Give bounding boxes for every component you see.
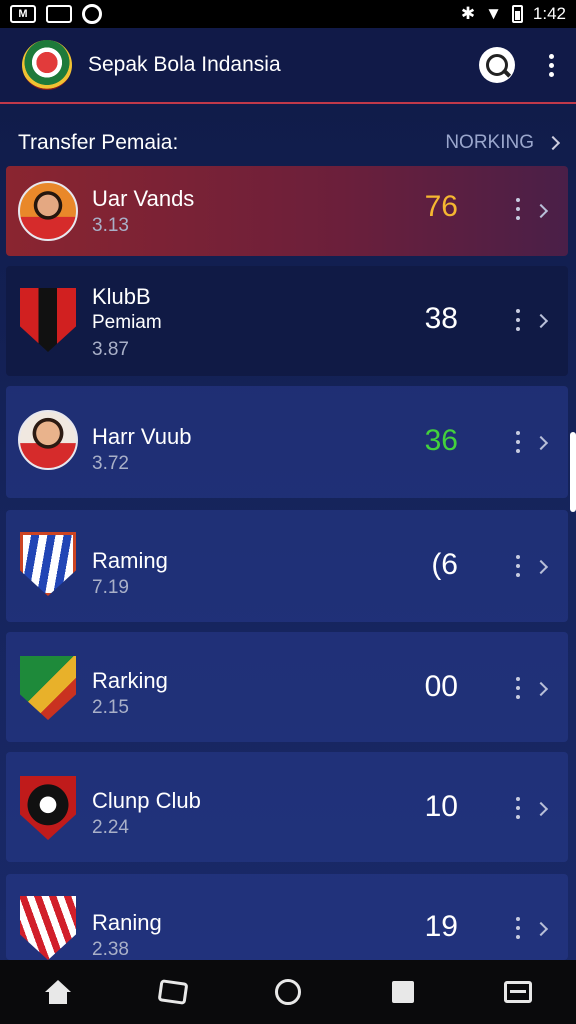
bluetooth-icon: ✱ <box>460 4 476 23</box>
club-logo-icon <box>22 40 72 90</box>
nav-home[interactable] <box>36 970 80 1014</box>
chevron-right-icon <box>545 135 561 151</box>
status-bar: M ✱ ▼ 1:42 <box>0 0 576 28</box>
scrollbar[interactable] <box>570 432 576 512</box>
item-score: 76 <box>424 190 458 223</box>
ranking-link[interactable]: NORKING <box>445 132 561 154</box>
section-title: Transfer Pemaia: <box>18 131 179 154</box>
battery-icon <box>511 5 523 23</box>
item-name: KlubB <box>92 284 151 309</box>
club-crest-icon <box>20 896 76 960</box>
list-item[interactable]: Rarking 2.15 00 <box>6 632 568 742</box>
item-name: Clunp Club <box>92 788 201 813</box>
chevron-right-icon[interactable] <box>533 559 549 575</box>
more-vert-icon[interactable] <box>516 917 520 939</box>
nav-chat[interactable] <box>151 970 195 1014</box>
more-vert-icon[interactable] <box>516 797 520 819</box>
item-score: 36 <box>424 424 458 457</box>
item-score: (6 <box>431 548 458 581</box>
more-vert-icon[interactable] <box>516 309 520 331</box>
item-meta: 2.24 <box>92 817 129 838</box>
item-name: Raning <box>92 910 162 935</box>
list-item[interactable]: Clunp Club 2.24 10 <box>6 752 568 862</box>
item-name: Harr Vuub <box>92 424 192 449</box>
chevron-right-icon[interactable] <box>533 435 549 451</box>
chevron-right-icon[interactable] <box>533 681 549 697</box>
circle-icon <box>274 979 301 1005</box>
list-item[interactable]: KlubB Pemiam 3.87 38 <box>6 266 568 376</box>
chevron-right-icon[interactable] <box>533 921 549 937</box>
item-score: 38 <box>424 302 458 335</box>
item-score: 19 <box>424 910 458 943</box>
list-item[interactable]: Raning 2.38 19 <box>6 874 568 960</box>
list-item[interactable]: Harr Vuub 3.72 36 <box>6 386 568 498</box>
recent-apps-icon <box>504 981 533 1003</box>
more-vert-icon[interactable] <box>516 198 520 220</box>
image-icon <box>46 5 72 23</box>
club-crest-icon <box>20 532 76 596</box>
ranking-link-label: NORKING <box>445 132 534 153</box>
player-avatar-icon <box>18 410 78 470</box>
square-icon <box>392 981 415 1003</box>
sim-icon: M <box>10 5 36 23</box>
status-right-icons: ✱ ▼ 1:42 <box>461 4 566 24</box>
nav-recent[interactable] <box>496 970 540 1014</box>
more-vert-icon[interactable] <box>516 555 520 577</box>
item-meta: 3.72 <box>92 453 129 474</box>
item-sub: Pemiam <box>92 312 162 333</box>
item-name: Raming <box>92 548 168 573</box>
item-meta: 2.15 <box>92 697 129 718</box>
more-vert-icon[interactable] <box>516 431 520 453</box>
status-left-icons: M <box>10 4 102 24</box>
item-score: 10 <box>424 790 458 823</box>
search-icon[interactable] <box>479 47 515 83</box>
club-crest-icon <box>20 776 76 840</box>
app-bar: Sepak Bola Indansia <box>0 28 576 104</box>
clock: 1:42 <box>532 4 566 23</box>
item-name: Uar Vands <box>92 186 195 211</box>
player-avatar-icon <box>18 181 78 241</box>
item-name: Rarking <box>92 668 168 693</box>
chevron-right-icon[interactable] <box>533 203 549 219</box>
item-score: 00 <box>424 670 458 703</box>
nav-bar <box>0 960 576 1024</box>
list-item[interactable]: Uar Vands 3.13 76 <box>6 166 568 256</box>
more-vert-icon[interactable] <box>549 53 554 77</box>
nav-home-circle[interactable] <box>266 970 310 1014</box>
item-meta: 7.19 <box>92 577 129 598</box>
chat-icon <box>157 979 189 1005</box>
club-crest-icon <box>20 288 76 352</box>
item-meta: 3.13 <box>92 215 129 236</box>
nav-square[interactable] <box>381 970 425 1014</box>
wifi-icon: ▼ <box>485 4 502 23</box>
list-item[interactable]: Raming 7.19 (6 <box>6 510 568 622</box>
app-title: Sepak Bola Indansia <box>88 53 281 76</box>
item-meta: 3.87 <box>92 339 129 360</box>
chevron-right-icon[interactable] <box>533 313 549 329</box>
home-icon <box>44 980 71 1004</box>
club-crest-icon <box>20 656 76 720</box>
more-vert-icon[interactable] <box>516 677 520 699</box>
section-header: Transfer Pemaia: NORKING <box>0 120 576 166</box>
chevron-right-icon[interactable] <box>533 801 549 817</box>
circle-icon <box>82 4 102 24</box>
